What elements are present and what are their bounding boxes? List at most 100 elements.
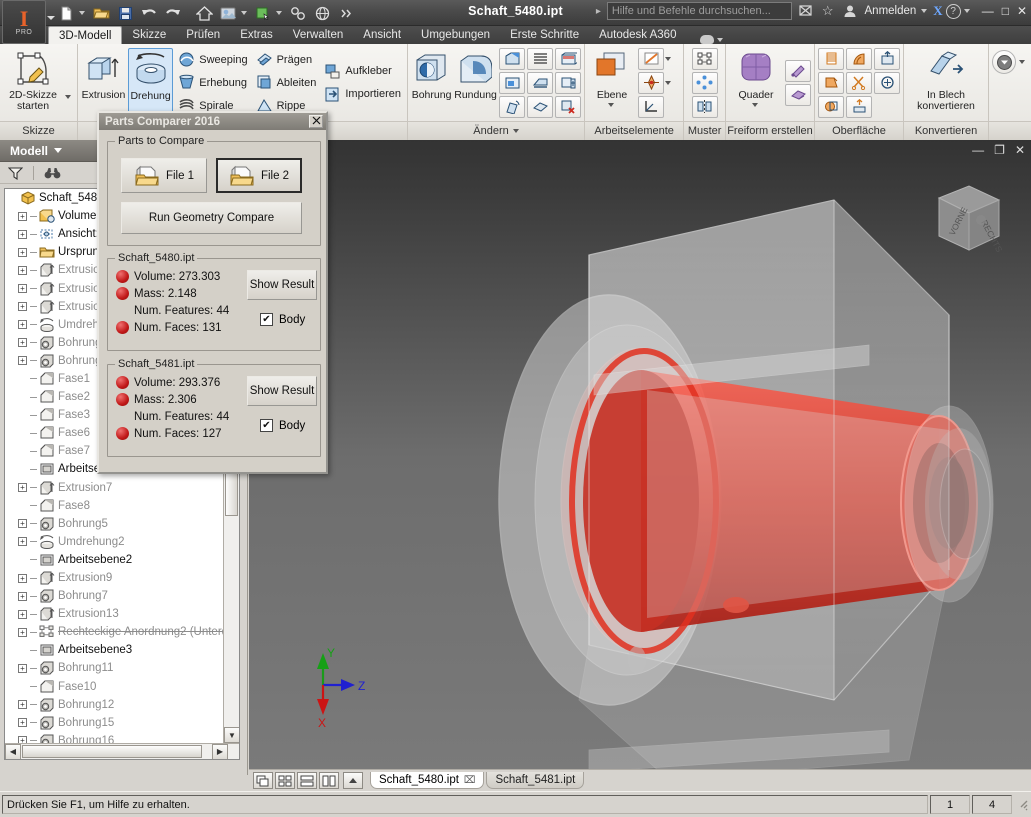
erhebung-button[interactable]: Erhebung (175, 72, 250, 94)
tree-item[interactable]: + Extrusion7 (5, 479, 224, 497)
boundary-icon[interactable] (818, 95, 844, 118)
sign-in-button[interactable]: Anmelden (863, 5, 919, 17)
tile-icon[interactable] (253, 772, 273, 789)
help-icon[interactable]: ? (945, 3, 961, 19)
doc-minimize-button[interactable]: — (972, 143, 984, 157)
file1-button[interactable]: File 1 (121, 158, 207, 193)
tree-item[interactable]: Arbeitsebene3 (5, 641, 224, 659)
drehung-button[interactable]: Drehung (127, 47, 174, 118)
draft-icon[interactable] (499, 71, 525, 94)
tree-expand-icon[interactable]: + (18, 537, 27, 547)
tab-ansicht[interactable]: Ansicht (353, 26, 411, 44)
sculpt-icon[interactable] (846, 47, 872, 70)
more-options-icon[interactable] (992, 50, 1016, 74)
doc-tab-schaft-5481[interactable]: Schaft_5481.ipt (486, 772, 585, 789)
circ-pattern-icon[interactable] (691, 71, 718, 94)
ebene-caret-icon[interactable] (607, 102, 614, 107)
window-close-button[interactable]: ✕ (1017, 4, 1027, 18)
body-checkbox-row-1[interactable]: ✔ Body (260, 313, 305, 326)
delete-face-icon[interactable] (555, 95, 581, 118)
tab-erste-schritte[interactable]: Erste Schritte (500, 26, 589, 44)
ableiten-button[interactable]: Ableiten (253, 72, 320, 94)
sweeping-button[interactable]: Sweeping (175, 49, 250, 71)
columns-icon[interactable] (319, 772, 339, 789)
show-result-button-1[interactable]: Show Result (247, 270, 317, 300)
grid-icon[interactable] (275, 772, 295, 789)
split-icon[interactable] (527, 71, 553, 94)
tree-expand-icon[interactable]: + (18, 663, 27, 673)
tree-expand-icon[interactable]: + (18, 338, 27, 348)
extend-icon[interactable] (874, 71, 900, 94)
mirror-icon[interactable] (691, 95, 718, 118)
window-minimize-button[interactable]: — (982, 4, 994, 18)
tree-expand-icon[interactable]: + (18, 229, 27, 239)
body-checkbox-2[interactable]: ✔ (260, 419, 273, 432)
tree-item[interactable]: + Bohrung12 (5, 696, 224, 714)
tree-expand-icon[interactable]: + (18, 320, 27, 330)
tree-item[interactable]: + Bohrung5 (5, 515, 224, 533)
file2-button[interactable]: File 2 (216, 158, 302, 193)
tree-expand-icon[interactable]: + (18, 247, 27, 257)
doc-tab-schaft-5480[interactable]: Schaft_5480.ipt ⌧ (370, 772, 485, 789)
thicken-icon[interactable] (555, 71, 581, 94)
ucs-icon[interactable] (638, 95, 664, 118)
tab-skizze[interactable]: Skizze (122, 26, 176, 44)
rundung-button[interactable]: Rundung (454, 48, 497, 118)
start-2d-sketch-button[interactable]: 2D-Skizze starten (3, 48, 63, 118)
doc-tab-close-icon-1[interactable]: ⌧ (464, 775, 476, 786)
freeform-edit-icon[interactable] (785, 59, 811, 82)
aendern-dropdown-icon[interactable] (512, 129, 519, 133)
view-cube[interactable]: VORNE RECHTS (921, 170, 1011, 265)
tree-expand-icon[interactable]: + (18, 718, 27, 728)
tree-expand-icon[interactable]: + (18, 356, 27, 366)
search-input[interactable]: Hilfe und Befehle durchsuchen... (606, 2, 792, 20)
tab-verwalten[interactable]: Verwalten (283, 26, 354, 44)
tree-item[interactable]: + Bohrung15 (5, 714, 224, 732)
chamfer-icon[interactable] (499, 47, 525, 70)
point-icon[interactable] (638, 71, 664, 94)
window-maximize-button[interactable]: □ (1002, 4, 1009, 18)
in-blech-konvertieren-button[interactable]: In Blech konvertieren (907, 48, 985, 118)
resize-grip-icon[interactable] (1015, 795, 1029, 814)
browser-dropdown-icon[interactable] (54, 148, 62, 153)
favorites-star-icon[interactable]: ☆ (819, 3, 837, 19)
binoculars-icon[interactable] (44, 166, 61, 180)
bend-icon[interactable] (499, 95, 525, 118)
tree-scroll-left-button[interactable]: ◀ (5, 743, 21, 759)
tree-item[interactable]: + Bohrung11 (5, 659, 224, 677)
aufkleber-button[interactable]: Aufkleber (321, 60, 404, 82)
tree-expand-icon[interactable]: + (18, 573, 27, 583)
quader-caret-icon[interactable] (751, 102, 758, 107)
dialog-title-bar[interactable]: Parts Comparer 2016 (99, 113, 326, 130)
body-checkbox-row-2[interactable]: ✔ Body (260, 419, 305, 432)
axis-icon[interactable] (638, 47, 664, 70)
inventor-logo-button[interactable]: I PRO (2, 0, 46, 44)
point-caret-icon[interactable] (665, 80, 671, 85)
rect-pattern-icon[interactable] (691, 47, 718, 70)
sketch-caret-icon[interactable] (65, 95, 71, 99)
direct-edit-icon[interactable] (527, 95, 553, 118)
tree-scroll-down-button[interactable]: ▼ (224, 727, 239, 743)
tree-item[interactable]: + Umdrehung2 (5, 533, 224, 551)
exchange-apps-icon[interactable]: X (933, 3, 942, 19)
praegen-button[interactable]: Prägen (253, 49, 320, 71)
doc-close-button[interactable]: ✕ (1015, 143, 1025, 157)
arrow-up-icon[interactable] (343, 772, 363, 789)
tree-expand-icon[interactable]: + (18, 211, 27, 221)
tab-pruefen[interactable]: Prüfen (176, 26, 230, 44)
tree-expand-icon[interactable]: + (18, 627, 27, 637)
tree-horizontal-scrollbar[interactable]: ◀ ▶ (5, 743, 239, 759)
trim-icon[interactable] (846, 71, 872, 94)
tree-expand-icon[interactable]: + (18, 609, 27, 619)
importieren-button[interactable]: Importieren (321, 83, 404, 105)
show-result-button-2[interactable]: Show Result (247, 376, 317, 406)
tree-expand-icon[interactable]: + (18, 483, 27, 493)
axis-caret-icon[interactable] (665, 56, 671, 61)
tree-item[interactable]: Arbeitsebene2 (5, 551, 224, 569)
tree-item[interactable]: + Bohrung7 (5, 587, 224, 605)
thread-icon[interactable] (527, 47, 553, 70)
broadcast-icon[interactable] (795, 4, 816, 18)
rows-icon[interactable] (297, 772, 317, 789)
quader-button[interactable]: Quader (729, 48, 783, 118)
ebene-button[interactable]: Ebene (588, 48, 636, 118)
